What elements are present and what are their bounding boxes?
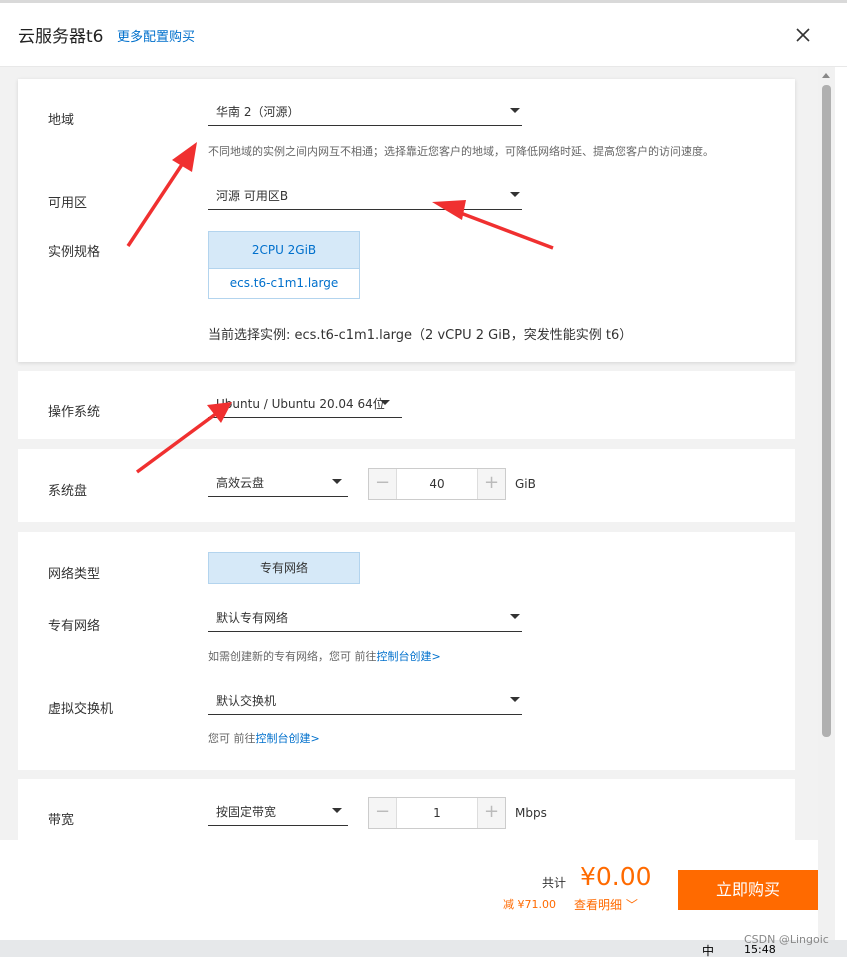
disk-type-value: 高效云盘 (216, 476, 265, 490)
network-card: 网络类型 专有网络 专有网络 默认专有网络 如需创建新的专有网络，您可 前往控制… (18, 532, 795, 770)
buy-now-button[interactable]: 立即购买 (678, 870, 818, 910)
vswitch-value: 默认交换机 (216, 694, 277, 708)
dropdown-caret-icon (510, 614, 520, 619)
dialog-header: 云服务器t6 更多配置购买 (0, 3, 847, 67)
zone-value: 河源 可用区B (216, 189, 289, 203)
vpc-value: 默认专有网络 (216, 611, 289, 625)
disk-unit: GiB (515, 477, 536, 491)
bandwidth-stepper[interactable]: − 1 + (368, 797, 506, 829)
bandwidth-unit: Mbps (515, 806, 547, 820)
vpc-console-link[interactable]: 控制台创建> (377, 650, 441, 663)
region-select[interactable]: 华南 2（河源） (208, 100, 522, 126)
dialog-title: 云服务器t6 (18, 27, 104, 47)
vertical-scrollbar[interactable] (818, 67, 835, 957)
vpc-hint-text: 如需创建新的专有网络，您可 前往 (208, 650, 377, 663)
dropdown-caret-icon (510, 192, 520, 197)
os-label: 操作系统 (48, 405, 101, 420)
instance-card: 地域 华南 2（河源） 不同地域的实例之间内网互不相通；选择靠近您客户的地域，可… (18, 79, 795, 362)
instance-spec-option[interactable]: 2CPU 2GiB ecs.t6-c1m1.large (208, 231, 360, 299)
plus-icon[interactable]: + (477, 469, 505, 499)
close-icon[interactable] (793, 25, 813, 45)
spec-title: 2CPU 2GiB (209, 232, 359, 269)
disk-label: 系统盘 (48, 484, 88, 499)
total-label: 共计 (542, 876, 567, 890)
dropdown-caret-icon (380, 400, 390, 405)
ime-indicator[interactable]: 中 (702, 942, 714, 957)
bandwidth-card: 带宽 按固定带宽 − 1 + Mbps (18, 779, 795, 840)
dropdown-caret-icon (332, 808, 342, 813)
bandwidth-value[interactable]: 1 (397, 798, 477, 828)
dropdown-caret-icon (510, 697, 520, 702)
scrollbar-thumb[interactable] (822, 85, 831, 737)
vswitch-hint: 您可 前往控制台创建> (208, 730, 320, 746)
disk-card: 系统盘 高效云盘 − 40 + GiB (18, 449, 795, 522)
disk-size-stepper[interactable]: − 40 + (368, 468, 506, 500)
plus-icon[interactable]: + (477, 798, 505, 828)
vswitch-select[interactable]: 默认交换机 (208, 689, 522, 715)
total-price: ¥0.00 (580, 862, 652, 891)
dropdown-caret-icon (510, 108, 520, 113)
instance-type-label: 实例规格 (48, 245, 101, 260)
purchase-footer: 共计 ¥0.00 减 ¥71.00 查看明细 ﹀ 立即购买 (0, 840, 818, 940)
os-select[interactable]: Ubuntu / Ubuntu 20.04 64位 (208, 392, 402, 418)
network-type-label: 网络类型 (48, 567, 101, 582)
region-value: 华南 2（河源） (216, 105, 300, 119)
watermark: CSDN @Lingoic (744, 933, 829, 946)
disk-size-value[interactable]: 40 (397, 469, 477, 499)
vpc-hint: 如需创建新的专有网络，您可 前往控制台创建> (208, 648, 441, 664)
bandwidth-label: 带宽 (48, 813, 75, 828)
region-label: 地域 (48, 113, 75, 128)
vswitch-console-link[interactable]: 控制台创建> (256, 732, 320, 745)
discount-amount: 减 ¥71.00 (503, 898, 556, 911)
minus-icon[interactable]: − (369, 469, 397, 499)
view-details-link[interactable]: 查看明细 ﹀ (574, 896, 638, 913)
disk-type-select[interactable]: 高效云盘 (208, 471, 348, 497)
network-type-option[interactable]: 专有网络 (208, 552, 360, 584)
os-card: 操作系统 Ubuntu / Ubuntu 20.04 64位 (18, 371, 795, 439)
region-hint: 不同地域的实例之间内网互不相通；选择靠近您客户的地域，可降低网络时延、提高您客户… (208, 145, 714, 158)
vswitch-hint-text: 您可 前往 (208, 732, 256, 745)
zone-select[interactable]: 河源 可用区B (208, 184, 522, 210)
scroll-up-icon[interactable] (822, 73, 830, 78)
current-instance-text: 当前选择实例: ecs.t6-c1m1.large（2 vCPU 2 GiB，突… (208, 328, 633, 343)
dropdown-caret-icon (332, 479, 342, 484)
taskbar: 中 15:48 (0, 940, 847, 957)
bandwidth-mode-select[interactable]: 按固定带宽 (208, 800, 348, 826)
minus-icon[interactable]: − (369, 798, 397, 828)
vswitch-label: 虚拟交换机 (48, 702, 114, 717)
zone-label: 可用区 (48, 196, 88, 211)
vpc-label: 专有网络 (48, 619, 101, 634)
bandwidth-mode-value: 按固定带宽 (216, 805, 277, 819)
os-value: Ubuntu / Ubuntu 20.04 64位 (216, 397, 385, 411)
config-form: 地域 华南 2（河源） 不同地域的实例之间内网互不相通；选择靠近您客户的地域，可… (0, 67, 818, 840)
spec-code: ecs.t6-c1m1.large (229, 276, 339, 290)
vpc-select[interactable]: 默认专有网络 (208, 606, 522, 632)
more-config-link[interactable]: 更多配置购买 (117, 26, 195, 45)
